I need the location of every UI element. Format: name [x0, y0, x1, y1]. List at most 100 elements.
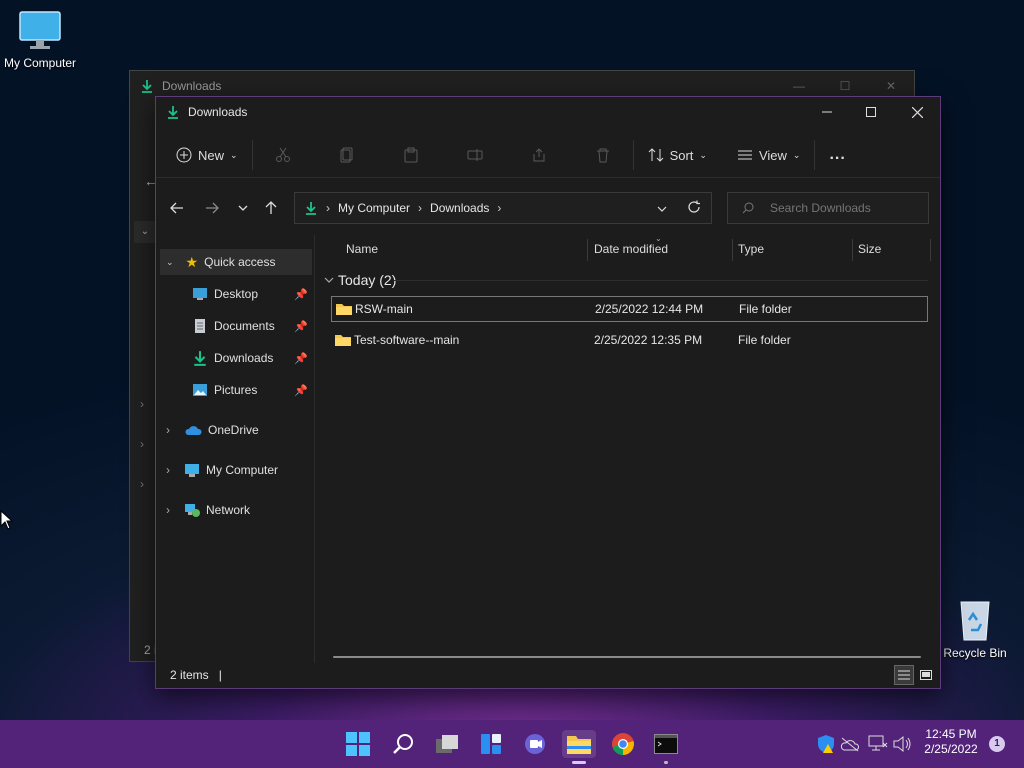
windows-logo-icon [346, 732, 370, 756]
computer-icon [185, 463, 199, 477]
view-button[interactable]: View ⌄ [729, 139, 809, 171]
address-bar[interactable]: › My Computer › Downloads › [294, 192, 712, 224]
chevron-down-icon [324, 277, 334, 283]
column-divider[interactable] [930, 239, 931, 261]
new-button[interactable]: New ⌄ [168, 139, 246, 171]
nav-item-desktop[interactable]: Desktop 📌 [192, 281, 314, 307]
maximize-button[interactable] [848, 97, 894, 127]
onedrive-offline-icon[interactable] [840, 736, 860, 755]
new-label: New [198, 147, 225, 163]
delete-button[interactable] [579, 139, 627, 171]
nav-item-documents[interactable]: Documents 📌 [192, 313, 314, 339]
star-icon: ★ [185, 253, 199, 270]
column-divider[interactable] [587, 239, 588, 261]
nav-item-downloads[interactable]: Downloads 📌 [192, 345, 314, 371]
chevron-down-icon[interactable]: ⌄ [134, 221, 156, 243]
volume-icon[interactable] [892, 735, 912, 756]
cut-button[interactable] [259, 139, 307, 171]
pin-icon: 📌 [294, 320, 308, 333]
window-title: Downloads [188, 105, 248, 119]
plus-circle-icon [176, 147, 192, 163]
column-header-name[interactable]: Name [346, 235, 378, 263]
rename-button[interactable] [451, 139, 499, 171]
copy-button[interactable] [323, 139, 371, 171]
file-row[interactable]: Test-software--main 2/25/2022 12:35 PM F… [331, 327, 928, 353]
explorer-window[interactable]: Downloads New ⌄ Sort ⌄ View ⌄ ... › My C… [155, 96, 941, 689]
group-header-today[interactable]: Today (2) [324, 269, 928, 291]
notification-badge[interactable]: 1 [989, 736, 1005, 752]
chevron-right-icon[interactable]: › [140, 477, 144, 491]
address-dropdown-button[interactable] [657, 201, 667, 215]
mouse-cursor-icon [0, 510, 14, 530]
recent-locations-button[interactable] [232, 197, 254, 219]
file-name: RSW-main [355, 302, 413, 316]
desktop-icon-recycle-bin[interactable]: Recycle Bin [935, 598, 1015, 660]
nav-item-network[interactable]: › Network [160, 497, 312, 523]
nav-item-quick-access[interactable]: ⌄ ★ Quick access [160, 249, 312, 275]
back-button[interactable] [166, 197, 188, 219]
column-divider[interactable] [852, 239, 853, 261]
file-row[interactable]: RSW-main 2/25/2022 12:44 PM File folder [331, 296, 928, 322]
search-field[interactable] [727, 192, 929, 224]
clock-date: 2/25/2022 [924, 742, 978, 756]
network-status-icon[interactable] [868, 735, 888, 756]
task-view-button[interactable] [433, 730, 461, 758]
column-divider[interactable] [732, 239, 733, 261]
clock-time: 12:45 PM [925, 727, 977, 741]
teams-chat-button[interactable] [521, 730, 549, 758]
column-header-size[interactable]: Size [858, 235, 881, 263]
minimize-icon [822, 111, 832, 113]
chrome-button[interactable] [609, 730, 637, 758]
tiles-view-button[interactable] [916, 665, 936, 685]
chevron-down-icon[interactable]: ⌄ [166, 257, 174, 268]
chevron-right-icon[interactable]: › [166, 503, 170, 517]
group-divider [394, 280, 928, 281]
nav-item-label: Documents [214, 319, 275, 333]
file-explorer-button[interactable] [562, 730, 596, 758]
details-view-button[interactable] [894, 665, 914, 685]
share-button[interactable] [515, 139, 563, 171]
breadcrumb-separator-icon[interactable]: › [326, 201, 330, 215]
widgets-button[interactable] [477, 730, 505, 758]
view-icon [737, 150, 752, 160]
forward-button[interactable] [201, 197, 223, 219]
column-header-date-modified[interactable]: Date modified [594, 235, 668, 263]
paste-button[interactable] [387, 139, 435, 171]
chevron-down-icon: ⌄ [699, 149, 707, 160]
search-input[interactable] [768, 200, 922, 216]
minimize-button[interactable] [804, 97, 850, 127]
more-options-button[interactable]: ... [821, 139, 853, 171]
trash-icon [596, 148, 609, 163]
chevron-right-icon[interactable]: › [140, 437, 144, 451]
close-button[interactable] [894, 97, 940, 127]
column-header-type[interactable]: Type [738, 235, 764, 263]
nav-item-my-computer[interactable]: › My Computer [160, 457, 312, 483]
nav-item-onedrive[interactable]: › OneDrive [160, 417, 312, 443]
clock[interactable]: 12:45 PM 2/25/2022 [918, 727, 984, 757]
breadcrumb-downloads[interactable]: Downloads [430, 201, 489, 215]
chevron-right-icon[interactable]: › [166, 463, 170, 477]
start-button[interactable] [344, 730, 372, 758]
breadcrumb-separator-icon[interactable]: › [418, 201, 422, 215]
terminal-button[interactable] [652, 730, 680, 758]
horizontal-scrollbar[interactable] [333, 656, 921, 658]
nav-item-pictures[interactable]: Pictures 📌 [192, 377, 314, 403]
file-type: File folder [739, 302, 792, 316]
refresh-button[interactable] [687, 200, 701, 217]
chevron-right-icon[interactable]: › [166, 423, 170, 437]
cloud-icon [185, 426, 202, 435]
desktop-icon-my-computer[interactable]: My Computer [0, 10, 80, 70]
search-button[interactable] [389, 730, 417, 758]
breadcrumb-separator-icon[interactable]: › [497, 201, 501, 215]
chrome-icon [612, 733, 634, 755]
recycle-bin-icon [960, 601, 990, 641]
monitor-network-icon [868, 735, 888, 751]
item-count: 2 items [170, 668, 209, 682]
security-icon[interactable] [816, 734, 836, 757]
up-button[interactable] [260, 197, 282, 219]
search-icon [742, 202, 754, 214]
sort-button[interactable]: Sort ⌄ [640, 139, 715, 171]
chevron-right-icon[interactable]: › [140, 397, 144, 411]
breadcrumb-my-computer[interactable]: My Computer [338, 201, 410, 215]
nav-item-label: Pictures [214, 383, 258, 397]
